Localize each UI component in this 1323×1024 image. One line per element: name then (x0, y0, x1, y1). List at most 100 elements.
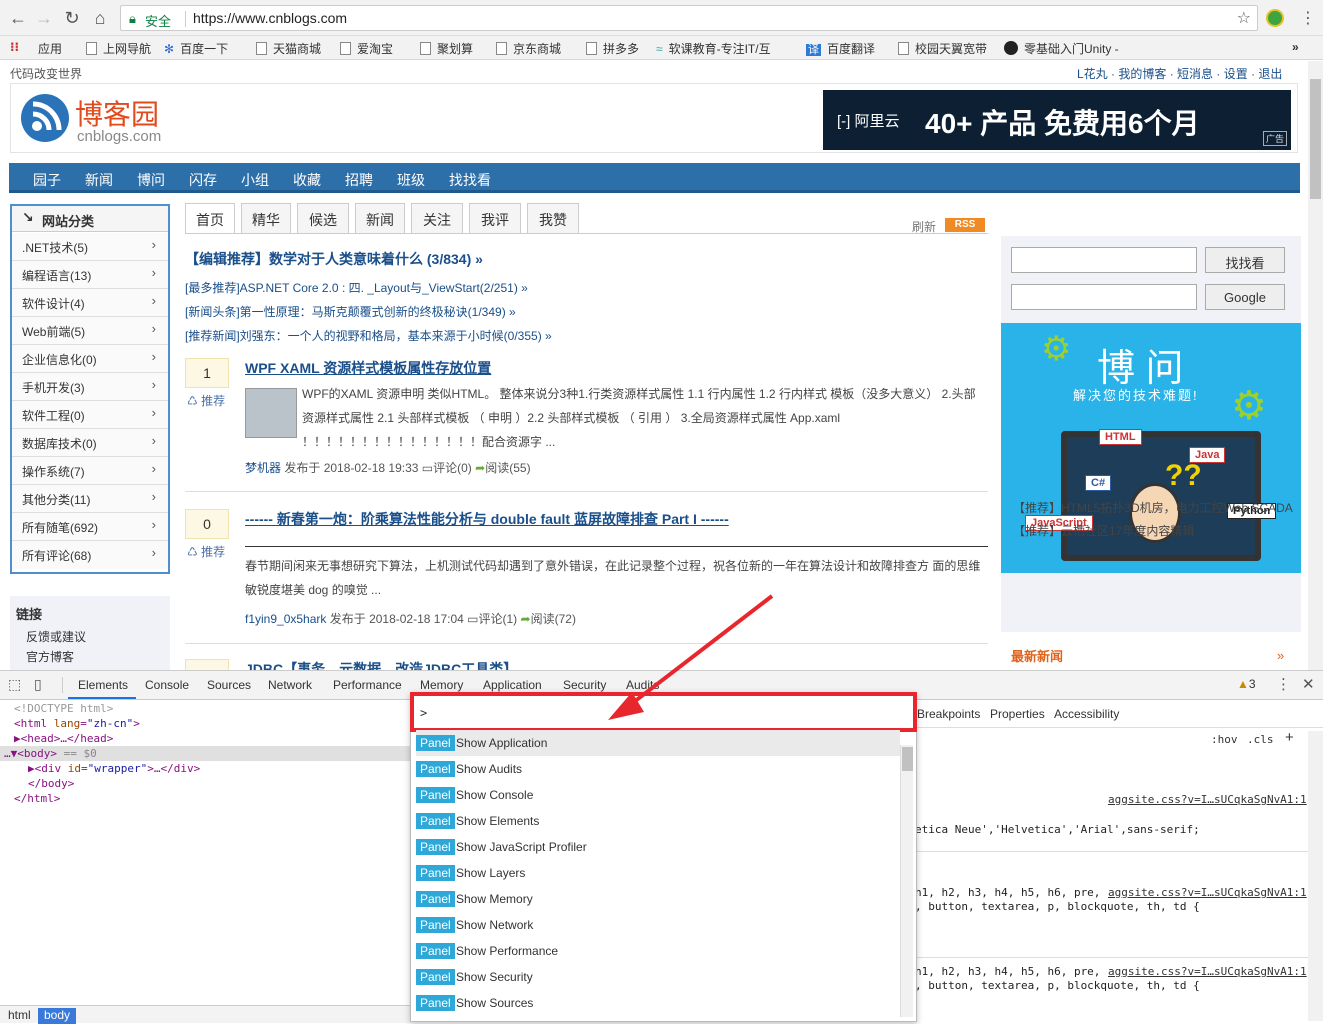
tab-news[interactable]: 新闻 (355, 203, 405, 233)
bookmark-item[interactable]: 译百度翻译 (806, 40, 875, 57)
bookmark-item[interactable]: 校园天翼宽带 (898, 40, 987, 57)
rss-badge[interactable]: RSS (945, 218, 985, 232)
command-menu-input[interactable]: > (410, 692, 917, 732)
command-item[interactable]: Panel Show Application (416, 730, 900, 756)
close-icon[interactable]: ✕ (1302, 675, 1315, 693)
link-official-blog[interactable]: 官方博客 (26, 648, 74, 665)
author-avatar[interactable] (245, 388, 297, 438)
page-scrollbar[interactable] (1308, 61, 1323, 670)
page-scroll-thumb[interactable] (1310, 79, 1321, 199)
user-link-name[interactable]: L花丸 (1077, 67, 1108, 81)
post-author[interactable]: 梦机器 (245, 461, 281, 475)
cls-toggle[interactable]: .cls (1247, 733, 1274, 746)
latest-news-title[interactable]: 最新新闻 (1011, 646, 1063, 665)
css-rule-text[interactable]: h1, h2, h3, h4, h5, h6, pre, (915, 886, 1100, 899)
warning-icon[interactable]: ▲3 (1237, 677, 1256, 691)
category-item[interactable]: 编程语言(13) › (12, 261, 168, 289)
bookmark-apps[interactable]: 应用 (38, 40, 62, 57)
tab-follow[interactable]: 关注 (411, 203, 463, 233)
devtools-menu-icon[interactable]: ⋮ (1276, 675, 1291, 693)
command-item[interactable]: Panel Show Memory (416, 886, 900, 912)
styles-scrollbar[interactable] (1308, 731, 1323, 1021)
user-link-settings[interactable]: 设置 (1224, 67, 1248, 81)
post-comments[interactable]: 评论(0) (433, 461, 472, 475)
dom-html-node[interactable]: <html lang="zh-cn"> (14, 717, 140, 730)
css-rule-text[interactable]: , button, textarea, p, blockquote, th, t… (915, 900, 1200, 913)
post-reads[interactable]: 阅读(55) (485, 461, 530, 475)
category-item[interactable]: 手机开发(3) › (12, 373, 168, 401)
category-item[interactable]: 操作系统(7) › (12, 457, 168, 485)
tab-home[interactable]: 首页 (185, 203, 235, 234)
refresh-link[interactable]: 刷新 (912, 218, 936, 235)
command-item[interactable]: Panel Show JavaScript Profiler (416, 834, 900, 860)
post-title[interactable]: WPF XAML 资源样式模板属性存放位置 (245, 358, 491, 378)
tab-candidate[interactable]: 候选 (297, 203, 349, 233)
bookmarks-overflow[interactable]: » (1292, 40, 1299, 54)
css-rule-text[interactable]: etica Neue','Helvetica','Arial',sans-ser… (915, 823, 1200, 836)
command-menu-scroll-thumb[interactable] (902, 747, 913, 771)
css-rule-text[interactable]: , button, textarea, p, blockquote, th, t… (915, 979, 1200, 992)
sidebar-tab-breakpoints[interactable]: Breakpoints (917, 707, 980, 721)
forward-arrow-icon[interactable]: → (32, 6, 56, 30)
bookmark-item[interactable]: 京东商城 (496, 40, 561, 57)
sidebar-tab-properties[interactable]: Properties (990, 707, 1045, 721)
site-search-button[interactable]: 找找看 (1205, 247, 1285, 273)
tab-sources[interactable]: Sources (207, 678, 251, 692)
reload-icon[interactable]: ↻ (60, 6, 84, 30)
google-search-button[interactable]: Google (1205, 284, 1285, 310)
bookmark-item[interactable]: 零基础入门Unity - (1004, 40, 1119, 57)
nav-item[interactable]: 班级 (397, 170, 425, 190)
stylesheet-link[interactable]: aggsite.css?v=I…sUCqkaSgNvA1:1 (1108, 793, 1307, 806)
command-item[interactable]: Panel Show Sources (416, 990, 900, 1016)
tab-my-comments[interactable]: 我评 (469, 203, 521, 233)
device-toggle-icon[interactable]: ▯ (34, 676, 42, 693)
post-reads[interactable]: 阅读(72) (531, 612, 576, 626)
bookmark-item[interactable]: ✻ 百度一下 (164, 40, 228, 57)
dom-body-node[interactable]: …▼<body> == $0 (4, 747, 97, 760)
category-item[interactable]: 数据库技术(0) › (12, 429, 168, 457)
nav-item[interactable]: 博问 (137, 170, 165, 190)
command-item[interactable]: Panel Show Console (416, 782, 900, 808)
headline-link[interactable]: [推荐新闻]刘强东：一个人的视野和格局，基本来源于小时候(0/355) » (185, 327, 552, 344)
tab-network[interactable]: Network (268, 678, 312, 692)
nav-item[interactable]: 找找看 (449, 170, 491, 190)
url-text[interactable]: https://www.cnblogs.com (193, 10, 347, 26)
promo-link[interactable]: 【推荐】云栖社区17年度内容精辑 (1013, 522, 1194, 539)
tab-performance[interactable]: Performance (333, 678, 402, 692)
command-item[interactable]: Panel Show Elements (416, 808, 900, 834)
stylesheet-link[interactable]: aggsite.css?v=I…sUCqkaSgNvA1:1 (1108, 965, 1307, 978)
category-item[interactable]: Web前端(5) › (12, 317, 168, 345)
tab-console[interactable]: Console (145, 678, 189, 692)
command-item[interactable]: Panel Show Network (416, 912, 900, 938)
user-link-messages[interactable]: 短消息 (1177, 67, 1213, 81)
tab-my-likes[interactable]: 我赞 (527, 203, 579, 233)
recommend-button[interactable]: ♺ 推荐 (187, 392, 225, 409)
command-item[interactable]: Panel Show Performance (416, 938, 900, 964)
inspect-cursor-icon[interactable]: ⬚ (8, 676, 21, 693)
crumb-html[interactable]: html (2, 1008, 37, 1022)
category-item[interactable]: 所有评论(68) › (12, 541, 168, 569)
google-search-input[interactable] (1011, 284, 1197, 310)
post-comments[interactable]: 评论(1) (479, 612, 518, 626)
nav-item[interactable]: 小组 (241, 170, 269, 190)
rss-logo-icon[interactable] (21, 94, 69, 142)
dom-wrapper-node[interactable]: ▶<div id="wrapper">…</div> (28, 762, 200, 775)
bookmark-item[interactable]: 聚划算 (420, 40, 473, 57)
nav-item[interactable]: 收藏 (293, 170, 321, 190)
user-link-logout[interactable]: 退出 (1258, 67, 1282, 81)
logo-title[interactable]: 博客园 (75, 93, 159, 133)
post-author[interactable]: f1yin9_0x5hark (245, 612, 326, 626)
new-rule-plus-icon[interactable]: + (1285, 729, 1294, 746)
link-feedback[interactable]: 反馈或建议 (26, 628, 86, 645)
post-title[interactable]: JDBC【事务、元数据、改造JDBC工具类】 (245, 659, 517, 670)
category-item[interactable]: 所有随笔(692) › (12, 513, 168, 541)
user-link-blog[interactable]: 我的博客 (1118, 67, 1166, 81)
tab-security[interactable]: Security (563, 678, 606, 692)
extension-icon[interactable] (1266, 9, 1284, 27)
tab-audits[interactable]: Audits (626, 678, 659, 692)
star-bookmark-icon[interactable]: ☆ (1237, 8, 1251, 28)
home-icon[interactable]: ⌂ (88, 6, 112, 30)
editor-pick[interactable]: 【编辑推荐】数学对于人类意味着什么 (3/834) » (185, 249, 483, 269)
tab-memory[interactable]: Memory (420, 678, 463, 692)
hov-toggle[interactable]: :hov (1211, 733, 1238, 746)
